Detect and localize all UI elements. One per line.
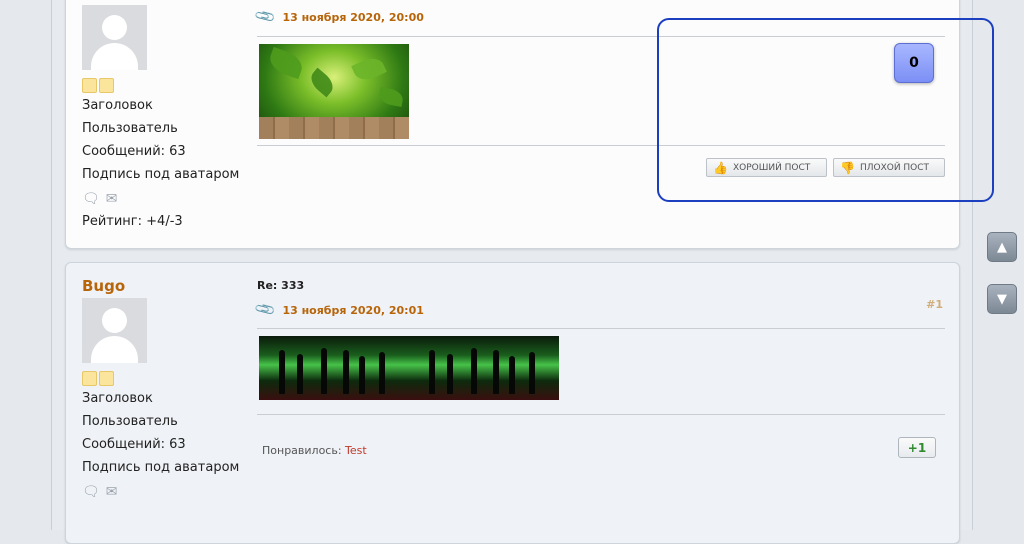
user-rating: Рейтинг: +4/-3: [82, 214, 183, 229]
author-actions: 🗨 ✉: [82, 190, 252, 208]
post-image[interactable]: [259, 336, 409, 400]
author-panel: Bugo Заголовок Пользователь Сообщений: 6…: [82, 277, 252, 501]
message-count: Сообщений: 63: [82, 144, 186, 159]
post-meta: 📎 13 ноября 2020, 20:01: [253, 298, 945, 322]
author-actions: 🗨 ✉: [82, 483, 252, 501]
rank-stars: [82, 371, 252, 387]
post-subject[interactable]: Re: 333: [257, 276, 945, 296]
member-role: Пользователь: [82, 121, 178, 136]
divider: [257, 414, 945, 415]
speech-bubble-icon[interactable]: 🗨: [82, 191, 100, 207]
post-image[interactable]: [259, 44, 409, 139]
paperclip-icon: 📎: [253, 5, 278, 29]
liked-user-link[interactable]: Test: [345, 444, 367, 457]
paperclip-icon: 📎: [253, 298, 278, 322]
member-role: Пользователь: [82, 414, 178, 429]
avatar[interactable]: [82, 5, 147, 70]
scroll-up-button[interactable]: ▲: [987, 232, 1017, 262]
liked-label: Понравилось:: [262, 444, 342, 457]
chevron-down-icon: ▼: [997, 291, 1007, 307]
divider: [257, 328, 945, 329]
liked-by: Понравилось: Test: [262, 444, 367, 457]
author-name[interactable]: Bugo: [82, 277, 252, 295]
post-date[interactable]: 13 ноября 2020, 20:00: [282, 11, 423, 24]
post-image[interactable]: [409, 336, 559, 400]
rank-stars: [82, 78, 252, 94]
author-panel: Заголовок Пользователь Сообщений: 63 Под…: [82, 5, 252, 232]
post: Bugo Заголовок Пользователь Сообщений: 6…: [65, 262, 960, 544]
member-group: Заголовок: [82, 391, 153, 406]
scroll-down-button[interactable]: ▼: [987, 284, 1017, 314]
post-date[interactable]: 13 ноября 2020, 20:01: [282, 304, 423, 317]
envelope-icon[interactable]: ✉: [106, 484, 118, 500]
message-count: Сообщений: 63: [82, 437, 186, 452]
post-body: Re: 333 📎 13 ноября 2020, 20:01 #1: [253, 276, 945, 322]
avatar-signature: Подпись под аватаром: [82, 460, 240, 475]
highlight-frame: [657, 18, 994, 202]
speech-bubble-icon[interactable]: 🗨: [82, 484, 100, 500]
avatar-signature: Подпись под аватаром: [82, 167, 240, 182]
envelope-icon[interactable]: ✉: [106, 191, 118, 207]
member-group: Заголовок: [82, 98, 153, 113]
post-number[interactable]: #1: [926, 298, 943, 311]
plus-one-button[interactable]: +1: [898, 437, 936, 458]
avatar[interactable]: [82, 298, 147, 363]
chevron-up-icon: ▲: [997, 239, 1007, 255]
